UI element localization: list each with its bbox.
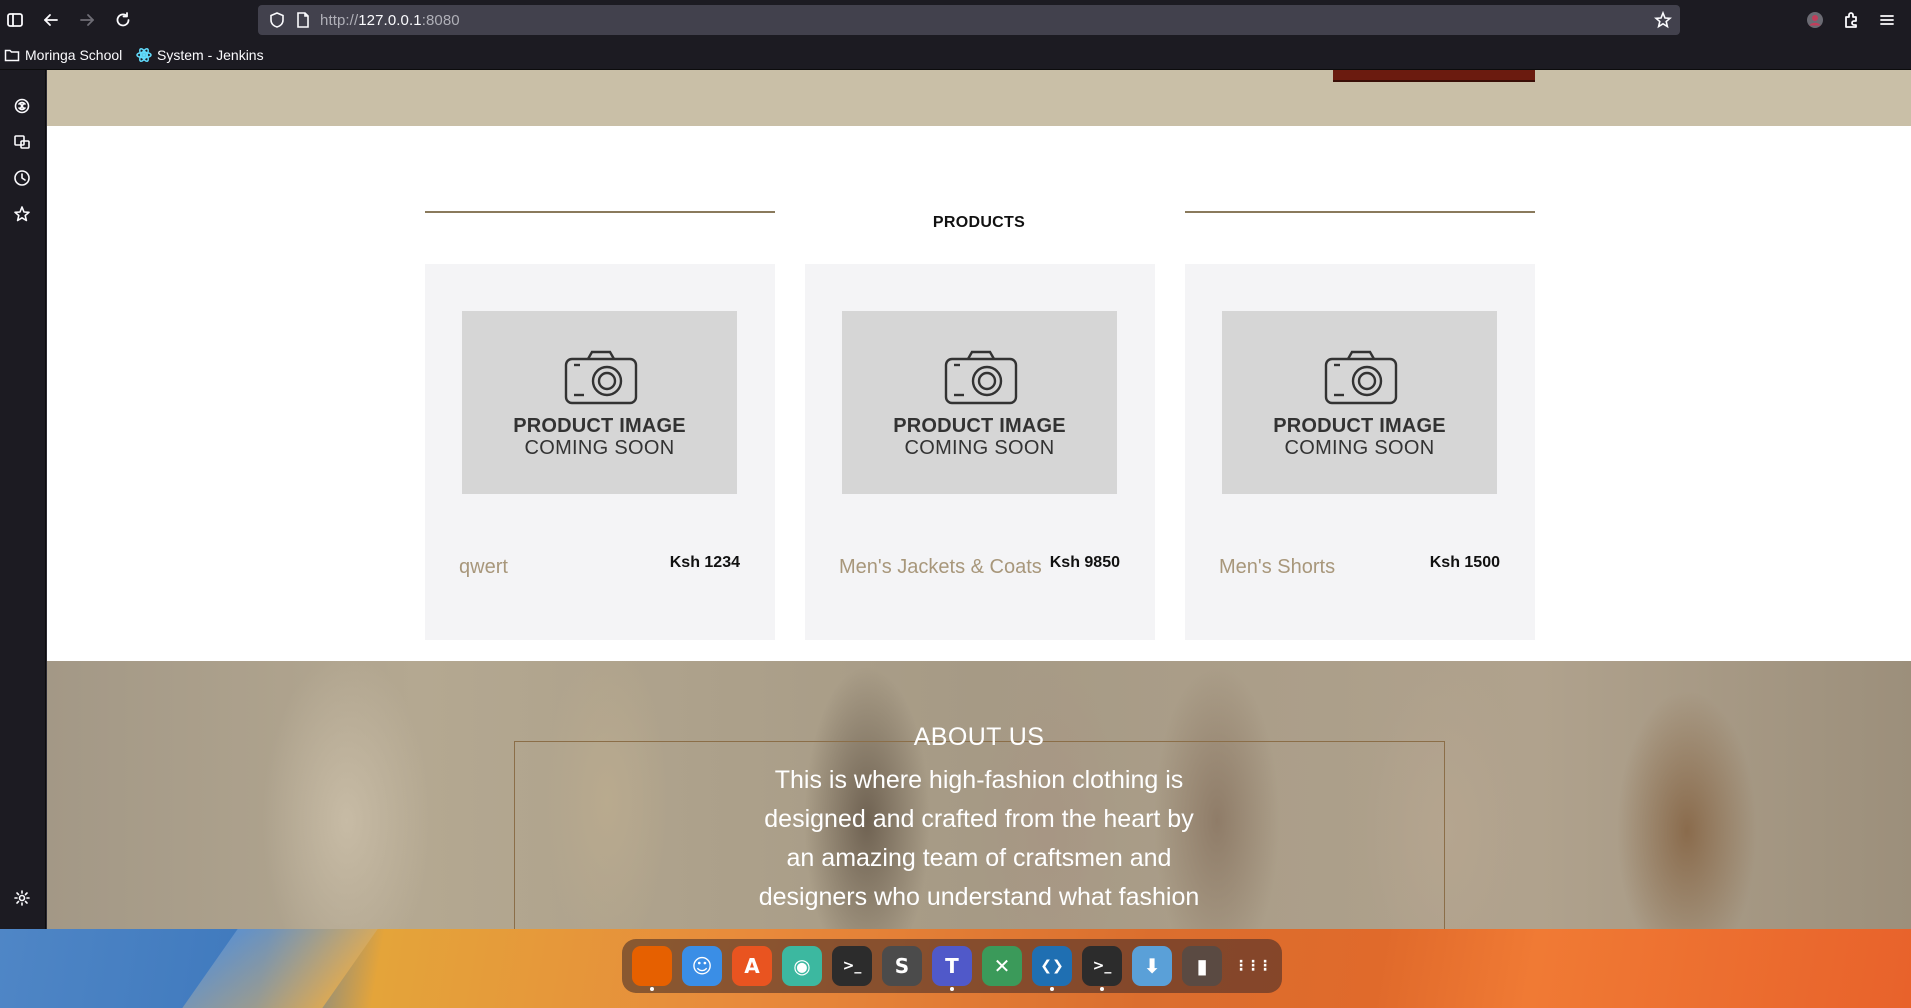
about-heading: ABOUT US: [913, 723, 1045, 751]
terminal-glyph: >_: [842, 958, 862, 974]
vscode-glyph: ❮❯: [1040, 958, 1064, 974]
bookmarks-toolbar: Moringa School System - Jenkins: [0, 40, 1911, 70]
files-glyph: ☺: [691, 954, 713, 978]
hero-band-bottom: [47, 70, 1911, 126]
network-tool-icon[interactable]: ◉: [782, 946, 822, 986]
product-name[interactable]: qwert: [459, 556, 508, 579]
camera-icon: [564, 350, 638, 405]
sublime-text-icon[interactable]: S: [882, 946, 922, 986]
url-text[interactable]: http://127.0.0.1:8080: [320, 12, 460, 29]
show-apps-glyph: ⋮⋮⋮: [1234, 958, 1272, 974]
address-bar[interactable]: http://127.0.0.1:8080: [258, 5, 1680, 35]
product-card[interactable]: PRODUCT IMAGE COMING SOON Men's Jackets …: [805, 264, 1155, 640]
dock: ☺ A ◉ >_ S T ✕ ❮❯ >_ ⬇ ▮ ⋮⋮⋮: [622, 939, 1282, 993]
react-favicon-icon: [136, 48, 152, 62]
running-indicator: [650, 987, 654, 991]
terminal-2-glyph: >_: [1092, 958, 1112, 974]
section-divider-left: [425, 211, 775, 213]
browser-toolbar: http://127.0.0.1:8080: [0, 0, 1911, 40]
reload-button[interactable]: [110, 7, 136, 33]
product-image-placeholder[interactable]: PRODUCT IMAGE COMING SOON: [462, 311, 737, 494]
wallpaper-shape: [182, 929, 378, 1008]
about-section: ABOUT US This is where high-fashion clot…: [47, 661, 1911, 929]
about-text: This is where high-fashion clothing is d…: [758, 766, 1200, 911]
network-tool-glyph: ◉: [793, 954, 811, 978]
files-icon[interactable]: ☺: [682, 946, 722, 986]
app-center-glyph: A: [744, 954, 760, 978]
show-apps-icon[interactable]: ⋮⋮⋮: [1232, 946, 1272, 986]
browser-sidebar: [0, 70, 46, 929]
bookmarks-star-icon[interactable]: [10, 202, 34, 226]
product-image-placeholder[interactable]: PRODUCT IMAGE COMING SOON: [1222, 311, 1497, 494]
trash-icon[interactable]: ▮: [1182, 946, 1222, 986]
page-info-icon[interactable]: [294, 11, 312, 29]
trash-glyph: ▮: [1196, 954, 1208, 978]
app-center-icon[interactable]: A: [732, 946, 772, 986]
folder-icon: [4, 49, 20, 62]
camera-icon: [944, 350, 1018, 405]
tab-sync-icon[interactable]: [10, 130, 34, 154]
product-name[interactable]: Men's Jackets & Coats: [839, 556, 1042, 579]
running-indicator: [1050, 987, 1054, 991]
product-card[interactable]: PRODUCT IMAGE COMING SOON qwert Ksh 1234: [425, 264, 775, 640]
bookmark-system-jenkins[interactable]: System - Jenkins: [136, 46, 264, 64]
product-price: Ksh 1500: [1429, 554, 1500, 571]
terminal-icon[interactable]: >_: [832, 946, 872, 986]
desktop-wallpaper: ☺ A ◉ >_ S T ✕ ❮❯ >_ ⬇ ▮ ⋮⋮⋮: [0, 929, 1911, 1008]
forward-button[interactable]: [74, 7, 100, 33]
firefox-icon[interactable]: [632, 946, 672, 991]
settings-gear-icon[interactable]: [10, 886, 34, 910]
teams-for-linux-glyph: T: [945, 954, 959, 978]
product-card[interactable]: PRODUCT IMAGE COMING SOON Men's Shorts K…: [1185, 264, 1535, 640]
tracking-shield-icon[interactable]: [268, 11, 286, 29]
hero-button-edge[interactable]: [1333, 70, 1535, 82]
app-menu-icon[interactable]: [1874, 7, 1900, 33]
products-heading: PRODUCTS: [932, 214, 1026, 231]
downloads-folder-glyph: ⬇: [1143, 954, 1161, 978]
remote-desktop-icon[interactable]: ✕: [982, 946, 1022, 986]
sublime-text-glyph: S: [894, 954, 910, 978]
camera-icon: [1324, 350, 1398, 405]
history-icon[interactable]: [10, 166, 34, 190]
teams-for-linux-icon[interactable]: T: [932, 946, 972, 991]
vscode-icon[interactable]: ❮❯: [1032, 946, 1072, 991]
web-page: PRODUCTS PRODUCT IMAGE COMING SOON qwert…: [47, 70, 1911, 929]
running-indicator: [950, 987, 954, 991]
product-name[interactable]: Men's Shorts: [1219, 556, 1335, 579]
product-price: Ksh 9850: [1049, 554, 1120, 571]
ai-chatbot-icon[interactable]: [10, 94, 34, 118]
terminal-2-icon[interactable]: >_: [1082, 946, 1122, 991]
remote-desktop-glyph: ✕: [993, 954, 1011, 978]
bookmark-star-icon[interactable]: [1653, 10, 1673, 34]
profile-avatar-icon[interactable]: [1802, 7, 1828, 33]
product-image-placeholder[interactable]: PRODUCT IMAGE COMING SOON: [842, 311, 1117, 494]
sidebar-toggle-icon[interactable]: [2, 7, 28, 33]
extensions-icon[interactable]: [1838, 7, 1864, 33]
running-indicator: [1100, 987, 1104, 991]
section-divider-right: [1185, 211, 1535, 213]
bookmark-moringa-school[interactable]: Moringa School: [4, 46, 122, 64]
downloads-folder-icon[interactable]: ⬇: [1132, 946, 1172, 986]
back-button[interactable]: [38, 7, 64, 33]
product-price: Ksh 1234: [669, 554, 740, 571]
